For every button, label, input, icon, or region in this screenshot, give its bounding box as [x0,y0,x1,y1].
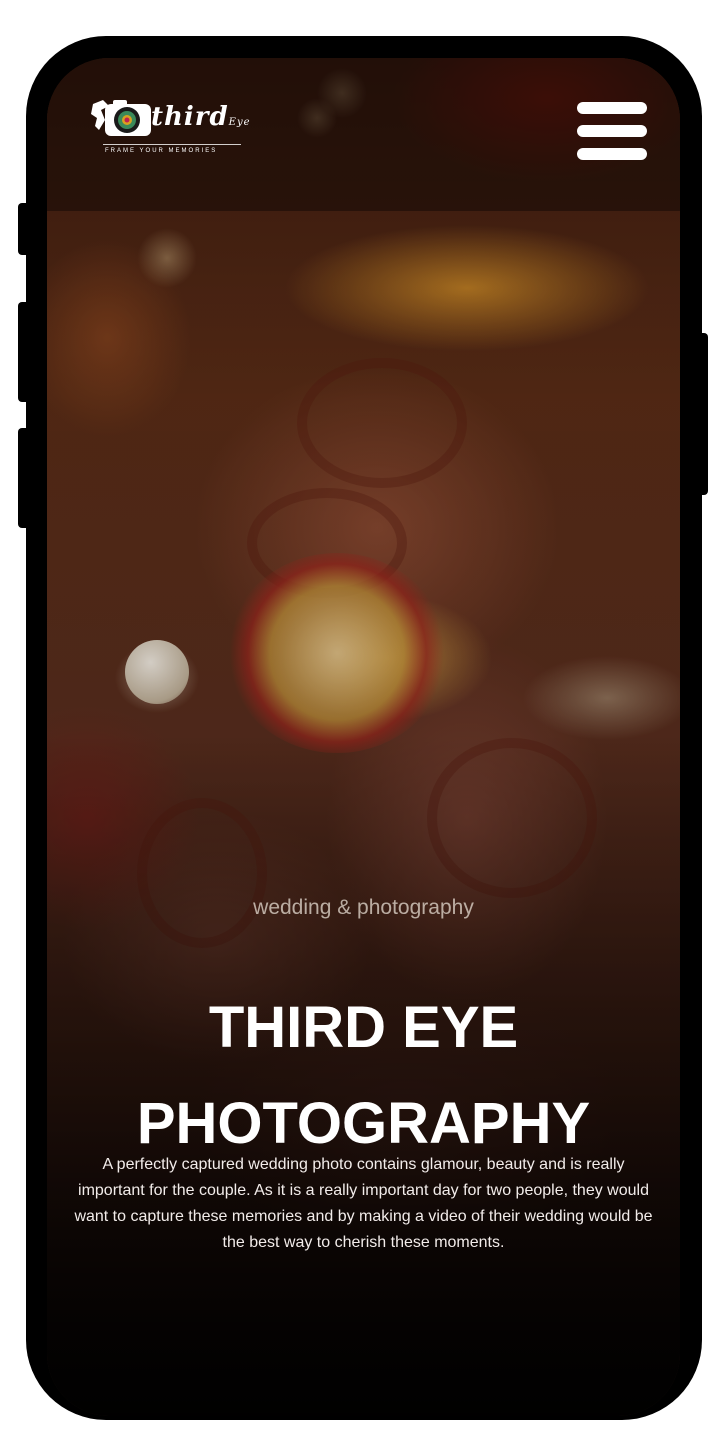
hero-title-line1: THIRD EYE [208,995,519,1060]
logo-tagline: FRAME YOUR MEMORIES [105,148,218,154]
hamburger-menu-icon[interactable] [575,102,649,162]
navbar: thirdEye FRAME YOUR MEMORIES [47,58,680,211]
phone-mockup: thirdEye FRAME YOUR MEMORIES wedding & p… [0,0,726,1453]
logo-name: third [151,102,229,132]
camera-logo-icon [91,100,151,136]
site-logo[interactable]: thirdEye FRAME YOUR MEMORIES [89,90,254,162]
hero-title: THIRD EYE PHOTOGRAPHY [47,980,680,1172]
hero-description: A perfectly captured wedding photo conta… [74,1156,653,1251]
logo-name-suffix: Eye [228,117,251,128]
hero-subtitle: wedding & photography [253,896,474,919]
phone-screen: thirdEye FRAME YOUR MEMORIES wedding & p… [47,58,680,1416]
